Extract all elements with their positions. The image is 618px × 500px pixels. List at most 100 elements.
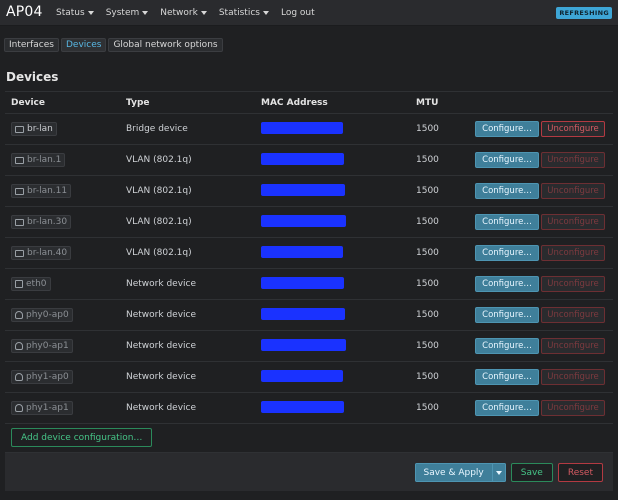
unconfigure-button[interactable]: Unconfigure	[541, 276, 605, 292]
device-type: VLAN (802.1q)	[126, 186, 192, 196]
devices-table: Device Type MAC Address MTU br-lan Bridge…	[5, 91, 613, 424]
wifi-icon	[15, 404, 23, 412]
row-actions: Configure… Unconfigure	[473, 307, 613, 323]
mtu-value: 1500	[416, 310, 439, 320]
device-badge: phy1-ap0	[11, 370, 73, 384]
mtu-value: 1500	[416, 124, 439, 134]
device-type: VLAN (802.1q)	[126, 217, 192, 227]
tab-devices[interactable]: Devices	[60, 38, 107, 52]
configure-button[interactable]: Configure…	[475, 369, 539, 385]
mtu-value: 1500	[416, 248, 439, 258]
vlan-icon	[15, 156, 24, 164]
unconfigure-button[interactable]: Unconfigure	[541, 152, 605, 168]
device-name: br-lan.1	[27, 155, 62, 165]
row-actions: Configure… Unconfigure	[473, 214, 613, 230]
mac-address-cell	[255, 338, 416, 354]
configure-button[interactable]: Configure…	[475, 152, 539, 168]
configure-button[interactable]: Configure…	[475, 214, 539, 230]
device-name: phy1-ap0	[26, 372, 69, 382]
redacted-mac-address	[261, 245, 343, 258]
device-name: eth0	[26, 279, 47, 289]
configure-button[interactable]: Configure…	[475, 338, 539, 354]
device-badge: phy1-ap1	[11, 401, 73, 415]
reset-button[interactable]: Reset	[557, 463, 603, 482]
unconfigure-button[interactable]: Unconfigure	[541, 214, 605, 230]
unconfigure-button[interactable]: Unconfigure	[541, 121, 605, 137]
unconfigure-button[interactable]: Unconfigure	[541, 245, 605, 261]
mac-address-cell	[255, 307, 416, 323]
redacted-mac-address	[261, 400, 344, 413]
device-cell: br-lan.1	[5, 153, 126, 167]
tab-interfaces[interactable]: Interfaces	[4, 38, 59, 52]
wifi-icon	[15, 373, 23, 381]
device-badge: br-lan	[11, 122, 57, 136]
menu-network[interactable]: Network	[160, 8, 207, 18]
add-device-configuration-button[interactable]: Add device configuration…	[11, 428, 153, 447]
brand-title[interactable]: AP04	[6, 4, 43, 20]
device-name: br-lan	[27, 124, 53, 134]
device-badge: phy0-ap1	[11, 339, 73, 353]
menu-label: Network	[160, 7, 198, 18]
redacted-mac-address	[261, 369, 343, 382]
device-cell: phy0-ap0	[5, 308, 126, 322]
save-apply-dropdown[interactable]	[492, 463, 506, 482]
device-badge: br-lan.1	[11, 153, 66, 167]
device-name: phy1-ap1	[26, 403, 69, 413]
table-row: phy1-ap1 Network device 1500 Configure… Unco…	[5, 393, 613, 424]
device-badge: phy0-ap0	[11, 308, 73, 322]
device-name: br-lan.40	[27, 248, 68, 258]
configure-button[interactable]: Configure…	[475, 400, 539, 416]
unconfigure-button[interactable]: Unconfigure	[541, 307, 605, 323]
mtu-value: 1500	[416, 279, 439, 289]
row-actions: Configure… Unconfigure	[473, 369, 613, 385]
table-body: br-lan Bridge device 1500 Configure… Unconfi…	[5, 114, 613, 424]
menu-logout[interactable]: Log out	[281, 8, 315, 18]
col-mac-header: MAC Address	[261, 97, 328, 108]
top-navbar: AP04 Status System Network Statistics Lo…	[0, 0, 618, 26]
save-apply-button[interactable]: Save & Apply	[414, 463, 493, 482]
device-type: Network device	[126, 341, 197, 351]
col-type-header: Type	[126, 97, 150, 108]
device-type: VLAN (802.1q)	[126, 248, 192, 258]
mac-address-cell	[255, 183, 416, 199]
save-button[interactable]: Save	[510, 463, 553, 482]
vlan-icon	[15, 187, 24, 195]
redacted-mac-address	[261, 338, 346, 351]
menu-system[interactable]: System	[106, 8, 149, 18]
device-type: Network device	[126, 372, 197, 382]
mac-address-cell	[255, 400, 416, 416]
device-badge: eth0	[11, 277, 51, 291]
table-row: br-lan.11 VLAN (802.1q) 1500 Configure… Unco…	[5, 176, 613, 207]
menu-label: Log out	[280, 7, 315, 18]
mac-address-cell	[255, 276, 416, 292]
unconfigure-button[interactable]: Unconfigure	[541, 183, 605, 199]
configure-button[interactable]: Configure…	[475, 276, 539, 292]
unconfigure-button[interactable]: Unconfigure	[541, 400, 605, 416]
device-cell: br-lan.11	[5, 184, 126, 198]
unconfigure-button[interactable]: Unconfigure	[541, 338, 605, 354]
unconfigure-button[interactable]: Unconfigure	[541, 369, 605, 385]
vlan-icon	[15, 218, 24, 226]
refreshing-badge[interactable]: REFRESHING	[556, 7, 612, 19]
tab-global-network-options[interactable]: Global network options	[108, 38, 223, 52]
configure-button[interactable]: Configure…	[475, 245, 539, 261]
device-name: br-lan.30	[27, 217, 68, 227]
chevron-down-icon	[262, 11, 269, 15]
configure-button[interactable]: Configure…	[475, 121, 539, 137]
device-cell: eth0	[5, 277, 126, 291]
chevron-down-icon	[87, 11, 94, 15]
page-actions-footer: Save & Apply Save Reset	[5, 452, 613, 491]
menu-label: Status	[56, 7, 85, 18]
menu-statistics[interactable]: Statistics	[219, 8, 269, 18]
menu-status[interactable]: Status	[56, 8, 94, 18]
configure-button[interactable]: Configure…	[475, 307, 539, 323]
device-badge: br-lan.30	[11, 215, 72, 229]
row-actions: Configure… Unconfigure	[473, 183, 613, 199]
col-device-header: Device	[11, 97, 45, 108]
table-row: br-lan.40 VLAN (802.1q) 1500 Configure… Unco…	[5, 238, 613, 269]
mac-address-cell	[255, 214, 416, 230]
row-actions: Configure… Unconfigure	[473, 276, 613, 292]
row-actions: Configure… Unconfigure	[473, 152, 613, 168]
device-cell: phy0-ap1	[5, 339, 126, 353]
configure-button[interactable]: Configure…	[475, 183, 539, 199]
